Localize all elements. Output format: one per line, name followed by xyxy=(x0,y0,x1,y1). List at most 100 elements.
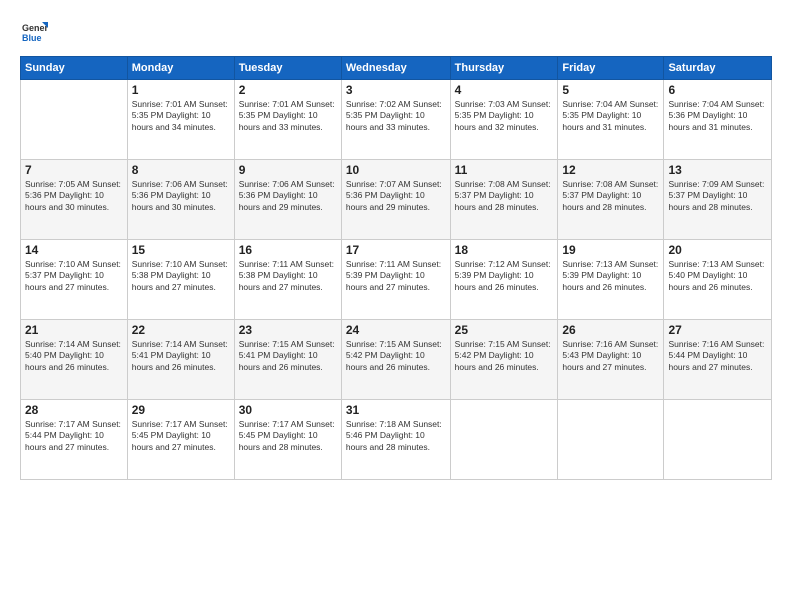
day-number: 27 xyxy=(668,323,767,337)
day-info: Sunrise: 7:02 AM Sunset: 5:35 PM Dayligh… xyxy=(346,99,446,133)
header: General Blue xyxy=(20,18,772,46)
day-info: Sunrise: 7:01 AM Sunset: 5:35 PM Dayligh… xyxy=(132,99,230,133)
day-number: 28 xyxy=(25,403,123,417)
day-number: 20 xyxy=(668,243,767,257)
weekday-sunday: Sunday xyxy=(21,57,128,80)
day-info: Sunrise: 7:17 AM Sunset: 5:45 PM Dayligh… xyxy=(239,419,337,453)
calendar-cell: 31Sunrise: 7:18 AM Sunset: 5:46 PM Dayli… xyxy=(341,400,450,480)
calendar-page: General Blue SundayMondayTuesdayWednesda… xyxy=(0,0,792,612)
day-number: 12 xyxy=(562,163,659,177)
calendar-cell: 22 Sunrise: 7:14 AM Sunset: 5:41 PM Dayli… xyxy=(127,320,234,400)
calendar-cell: 28 Sunrise: 7:17 AM Sunset: 5:44 PM Dayli… xyxy=(21,400,128,480)
day-info: Sunrise: 7:06 AM Sunset: 5:36 PM Dayligh… xyxy=(132,179,230,213)
calendar-cell: 27Sunrise: 7:16 AM Sunset: 5:44 PM Dayli… xyxy=(664,320,772,400)
day-number: 21 xyxy=(25,323,123,337)
day-info: Sunrise: 7:17 AM Sunset: 5:44 PM Dayligh… xyxy=(25,419,123,453)
day-info: Sunrise: 7:10 AM Sunset: 5:38 PM Dayligh… xyxy=(132,259,230,293)
calendar-cell: 12 Sunrise: 7:08 AM Sunset: 5:37 PM Dayli… xyxy=(558,160,664,240)
day-info: Sunrise: 7:15 AM Sunset: 5:42 PM Dayligh… xyxy=(346,339,446,373)
calendar-cell: 10 Sunrise: 7:07 AM Sunset: 5:36 PM Dayli… xyxy=(341,160,450,240)
calendar-cell: 9Sunrise: 7:06 AM Sunset: 5:36 PM Daylig… xyxy=(234,160,341,240)
day-number: 11 xyxy=(455,163,554,177)
week-row-1: 1 Sunrise: 7:01 AM Sunset: 5:35 PM Daylig… xyxy=(21,80,772,160)
calendar-cell: 17Sunrise: 7:11 AM Sunset: 5:39 PM Dayli… xyxy=(341,240,450,320)
day-number: 1 xyxy=(132,83,230,97)
day-number: 13 xyxy=(668,163,767,177)
day-number: 18 xyxy=(455,243,554,257)
calendar-cell: 2 Sunrise: 7:01 AM Sunset: 5:35 PM Daylig… xyxy=(234,80,341,160)
calendar-cell xyxy=(558,400,664,480)
day-number: 16 xyxy=(239,243,337,257)
day-info: Sunrise: 7:17 AM Sunset: 5:45 PM Dayligh… xyxy=(132,419,230,453)
day-info: Sunrise: 7:13 AM Sunset: 5:40 PM Dayligh… xyxy=(668,259,767,293)
day-number: 23 xyxy=(239,323,337,337)
calendar-table: SundayMondayTuesdayWednesdayThursdayFrid… xyxy=(20,56,772,480)
day-number: 6 xyxy=(668,83,767,97)
day-info: Sunrise: 7:01 AM Sunset: 5:35 PM Dayligh… xyxy=(239,99,337,133)
calendar-cell: 25 Sunrise: 7:15 AM Sunset: 5:42 PM Dayli… xyxy=(450,320,558,400)
weekday-wednesday: Wednesday xyxy=(341,57,450,80)
calendar-cell: 11 Sunrise: 7:08 AM Sunset: 5:37 PM Dayli… xyxy=(450,160,558,240)
day-number: 25 xyxy=(455,323,554,337)
calendar-cell: 5 Sunrise: 7:04 AM Sunset: 5:35 PM Daylig… xyxy=(558,80,664,160)
day-number: 4 xyxy=(455,83,554,97)
week-row-5: 28 Sunrise: 7:17 AM Sunset: 5:44 PM Dayli… xyxy=(21,400,772,480)
day-number: 17 xyxy=(346,243,446,257)
week-row-4: 21 Sunrise: 7:14 AM Sunset: 5:40 PM Dayli… xyxy=(21,320,772,400)
day-number: 15 xyxy=(132,243,230,257)
calendar-cell: 13 Sunrise: 7:09 AM Sunset: 5:37 PM Dayli… xyxy=(664,160,772,240)
day-info: Sunrise: 7:10 AM Sunset: 5:37 PM Dayligh… xyxy=(25,259,123,293)
calendar-cell: 15 Sunrise: 7:10 AM Sunset: 5:38 PM Dayli… xyxy=(127,240,234,320)
calendar-cell: 4 Sunrise: 7:03 AM Sunset: 5:35 PM Daylig… xyxy=(450,80,558,160)
day-info: Sunrise: 7:09 AM Sunset: 5:37 PM Dayligh… xyxy=(668,179,767,213)
week-row-3: 14 Sunrise: 7:10 AM Sunset: 5:37 PM Dayli… xyxy=(21,240,772,320)
day-number: 7 xyxy=(25,163,123,177)
weekday-saturday: Saturday xyxy=(664,57,772,80)
weekday-friday: Friday xyxy=(558,57,664,80)
calendar-cell: 8 Sunrise: 7:06 AM Sunset: 5:36 PM Daylig… xyxy=(127,160,234,240)
calendar-cell xyxy=(664,400,772,480)
calendar-cell: 21 Sunrise: 7:14 AM Sunset: 5:40 PM Dayli… xyxy=(21,320,128,400)
day-info: Sunrise: 7:11 AM Sunset: 5:38 PM Dayligh… xyxy=(239,259,337,293)
calendar-cell: 1 Sunrise: 7:01 AM Sunset: 5:35 PM Daylig… xyxy=(127,80,234,160)
day-number: 5 xyxy=(562,83,659,97)
calendar-cell: 16 Sunrise: 7:11 AM Sunset: 5:38 PM Dayli… xyxy=(234,240,341,320)
day-info: Sunrise: 7:04 AM Sunset: 5:35 PM Dayligh… xyxy=(562,99,659,133)
day-number: 19 xyxy=(562,243,659,257)
calendar-cell: 3Sunrise: 7:02 AM Sunset: 5:35 PM Daylig… xyxy=(341,80,450,160)
calendar-cell: 14 Sunrise: 7:10 AM Sunset: 5:37 PM Dayli… xyxy=(21,240,128,320)
calendar-cell: 23 Sunrise: 7:15 AM Sunset: 5:41 PM Dayli… xyxy=(234,320,341,400)
calendar-cell: 19 Sunrise: 7:13 AM Sunset: 5:39 PM Dayli… xyxy=(558,240,664,320)
day-number: 26 xyxy=(562,323,659,337)
day-number: 29 xyxy=(132,403,230,417)
day-number: 30 xyxy=(239,403,337,417)
day-number: 2 xyxy=(239,83,337,97)
day-info: Sunrise: 7:03 AM Sunset: 5:35 PM Dayligh… xyxy=(455,99,554,133)
day-info: Sunrise: 7:15 AM Sunset: 5:42 PM Dayligh… xyxy=(455,339,554,373)
day-number: 14 xyxy=(25,243,123,257)
week-row-2: 7 Sunrise: 7:05 AM Sunset: 5:36 PM Daylig… xyxy=(21,160,772,240)
svg-text:Blue: Blue xyxy=(22,33,42,43)
day-info: Sunrise: 7:15 AM Sunset: 5:41 PM Dayligh… xyxy=(239,339,337,373)
calendar-cell: 29 Sunrise: 7:17 AM Sunset: 5:45 PM Dayli… xyxy=(127,400,234,480)
day-info: Sunrise: 7:05 AM Sunset: 5:36 PM Dayligh… xyxy=(25,179,123,213)
calendar-cell: 26 Sunrise: 7:16 AM Sunset: 5:43 PM Dayli… xyxy=(558,320,664,400)
day-info: Sunrise: 7:08 AM Sunset: 5:37 PM Dayligh… xyxy=(455,179,554,213)
day-number: 22 xyxy=(132,323,230,337)
day-info: Sunrise: 7:14 AM Sunset: 5:40 PM Dayligh… xyxy=(25,339,123,373)
calendar-body: 1 Sunrise: 7:01 AM Sunset: 5:35 PM Daylig… xyxy=(21,80,772,480)
day-number: 9 xyxy=(239,163,337,177)
day-info: Sunrise: 7:14 AM Sunset: 5:41 PM Dayligh… xyxy=(132,339,230,373)
logo-icon: General Blue xyxy=(20,18,48,46)
day-number: 8 xyxy=(132,163,230,177)
day-number: 10 xyxy=(346,163,446,177)
day-number: 24 xyxy=(346,323,446,337)
day-info: Sunrise: 7:08 AM Sunset: 5:37 PM Dayligh… xyxy=(562,179,659,213)
day-info: Sunrise: 7:13 AM Sunset: 5:39 PM Dayligh… xyxy=(562,259,659,293)
calendar-cell: 24 Sunrise: 7:15 AM Sunset: 5:42 PM Dayli… xyxy=(341,320,450,400)
calendar-cell xyxy=(450,400,558,480)
day-info: Sunrise: 7:16 AM Sunset: 5:43 PM Dayligh… xyxy=(562,339,659,373)
calendar-cell: 6 Sunrise: 7:04 AM Sunset: 5:36 PM Daylig… xyxy=(664,80,772,160)
day-info: Sunrise: 7:04 AM Sunset: 5:36 PM Dayligh… xyxy=(668,99,767,133)
day-info: Sunrise: 7:07 AM Sunset: 5:36 PM Dayligh… xyxy=(346,179,446,213)
